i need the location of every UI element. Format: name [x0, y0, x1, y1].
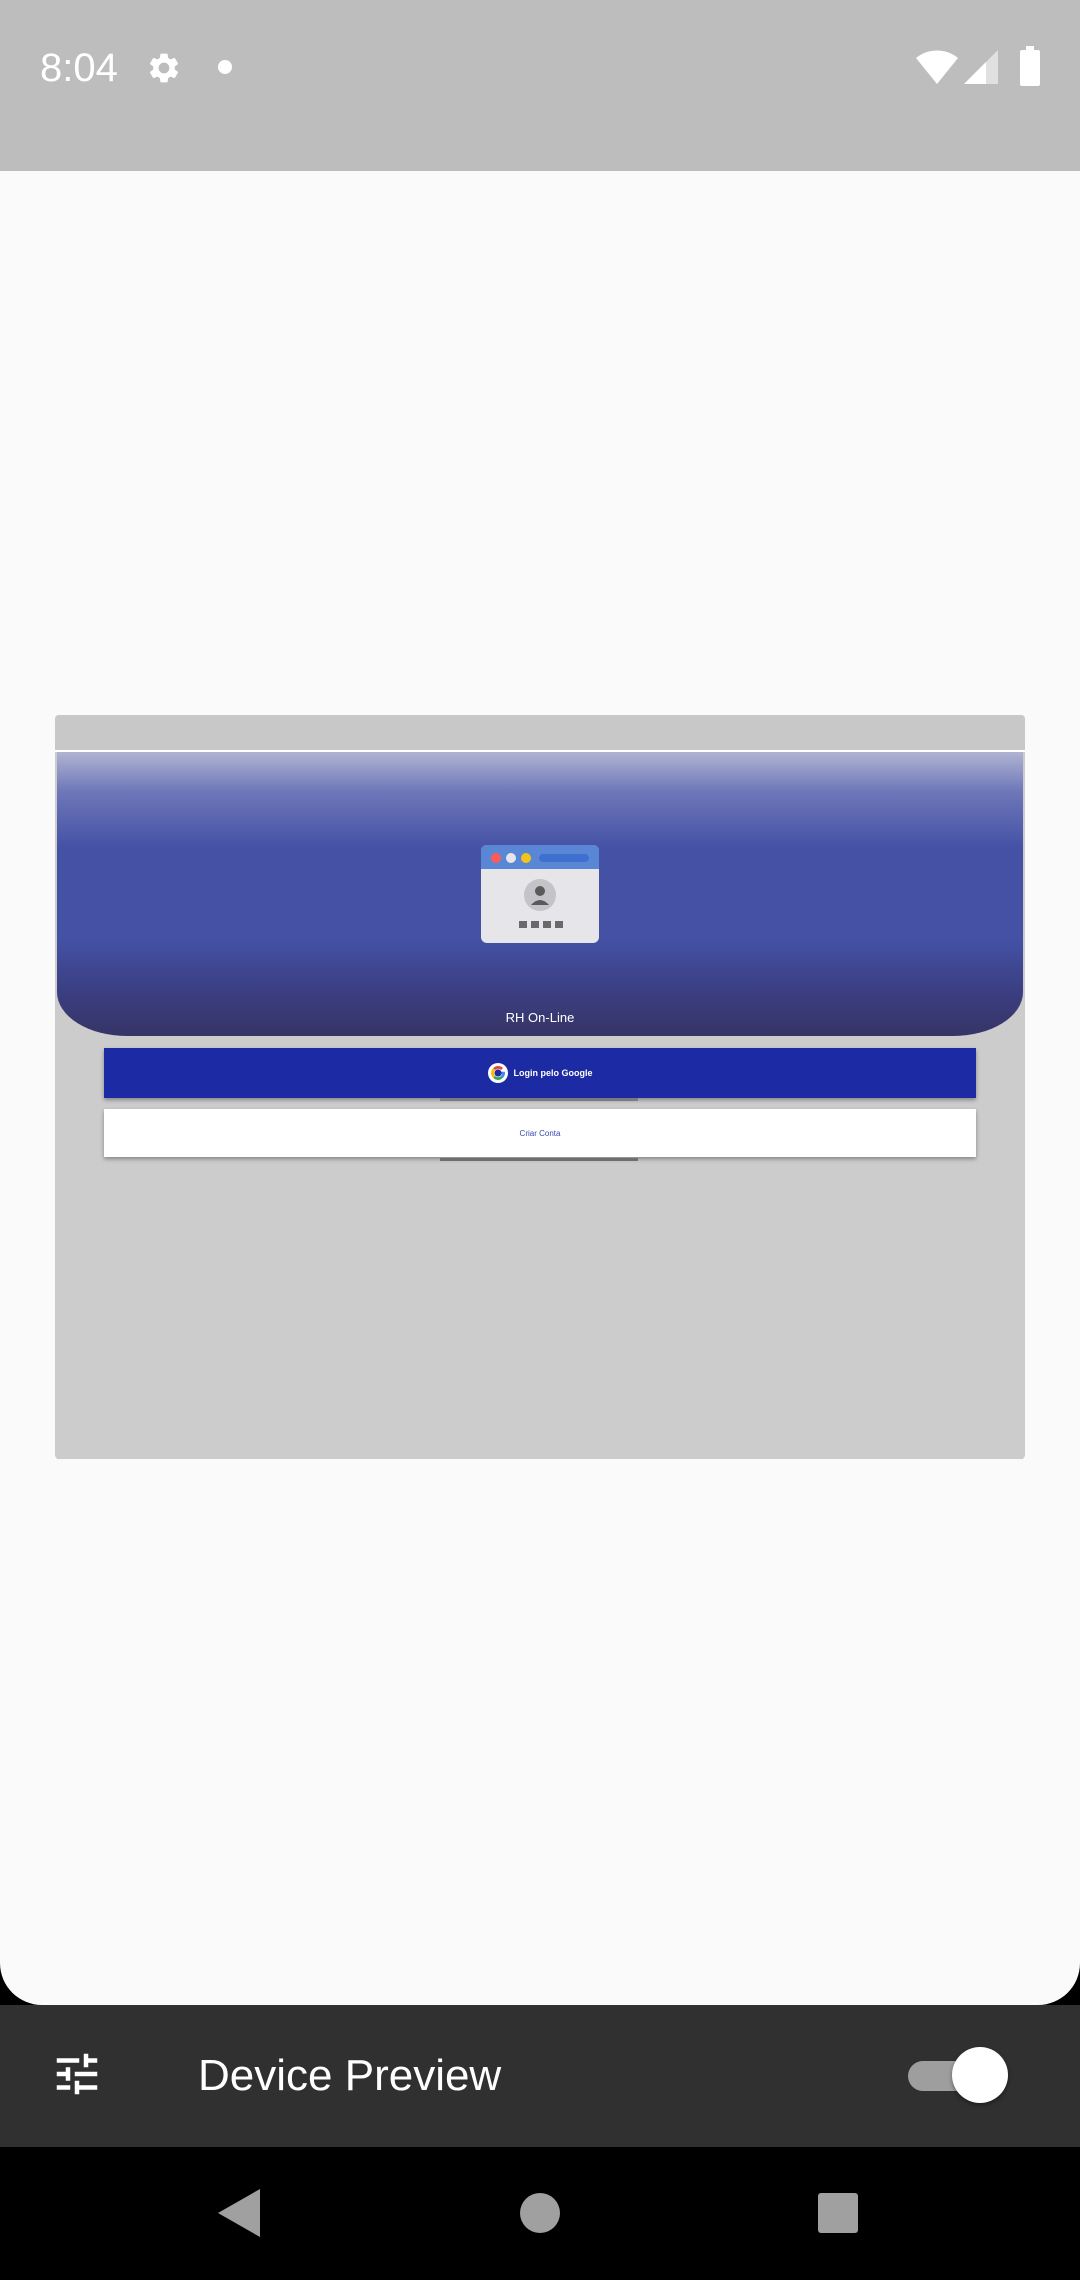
status-time: 8:04	[40, 46, 118, 90]
preview-screen: RH On-Line Login pelo Google Criar Conta	[57, 752, 1023, 1459]
create-button-underline	[440, 1158, 638, 1161]
device-preview-frame: RH On-Line Login pelo Google Criar Conta	[55, 715, 1025, 1459]
notification-dot-icon	[218, 60, 232, 74]
create-account-label: Criar Conta	[519, 1128, 561, 1138]
battery-icon	[1020, 46, 1040, 86]
recents-icon[interactable]	[818, 2193, 858, 2233]
toggle-thumb	[952, 2047, 1008, 2103]
create-account-button[interactable]: Criar Conta	[104, 1109, 976, 1157]
toolbar-title: Device Preview	[198, 2051, 502, 2100]
device-preview-toggle[interactable]	[908, 2047, 1010, 2103]
google-logo-icon	[487, 1063, 508, 1083]
google-login-label: Login pelo Google	[513, 1068, 593, 1078]
gear-icon	[149, 53, 179, 83]
google-login-button[interactable]: Login pelo Google	[104, 1048, 976, 1098]
google-button-underline	[440, 1098, 638, 1101]
app-title: RH On-Line	[505, 1010, 575, 1025]
login-window-icon	[481, 845, 599, 943]
status-bar: 8:04	[0, 0, 1080, 171]
home-icon[interactable]	[520, 2193, 560, 2233]
tune-settings-icon[interactable]	[50, 2047, 104, 2101]
preview-status-bar	[55, 715, 1025, 752]
header-banner: RH On-Line	[57, 752, 1023, 1036]
app-content-area: RH On-Line Login pelo Google Criar Conta	[0, 171, 1080, 2005]
wifi-icon	[916, 50, 958, 84]
navigation-bar	[0, 2147, 1080, 2280]
back-icon[interactable]	[218, 2189, 260, 2237]
cell-signal-icon	[964, 50, 998, 84]
device-preview-toolbar: Device Preview	[0, 2005, 1080, 2147]
